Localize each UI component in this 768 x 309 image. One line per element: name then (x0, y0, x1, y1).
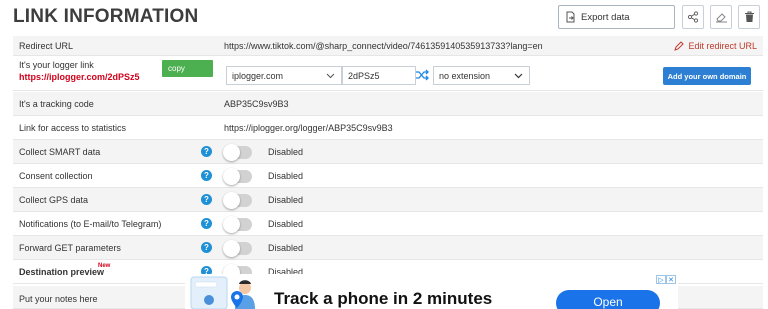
extension-select-value: no extension (439, 70, 491, 81)
notifications-status: Disabled (268, 219, 304, 229)
tracking-code-value: ABP35C9sv9B3 (224, 99, 289, 109)
smart-data-toggle[interactable] (223, 144, 252, 161)
clear-button[interactable] (710, 5, 732, 29)
chevron-down-icon (514, 73, 523, 79)
forward-get-status: Disabled (268, 243, 304, 253)
chevron-down-icon (326, 73, 335, 79)
help-icon[interactable]: ? (201, 218, 212, 229)
domain-select[interactable]: iplogger.com (226, 66, 342, 85)
copy-button[interactable]: copy (162, 60, 213, 77)
delete-button[interactable] (738, 5, 760, 29)
ad-headline: Track a phone in 2 minutes (274, 289, 493, 308)
edit-redirect-link[interactable]: Edit redirect URL (674, 41, 757, 51)
add-own-domain-button[interactable]: Add your own domain (663, 67, 751, 85)
row-consent: Consent collection ? Disabled (13, 164, 763, 188)
page-title: LINK INFORMATION (13, 6, 199, 27)
help-icon[interactable]: ? (201, 146, 212, 157)
export-data-button[interactable]: Export data (558, 5, 675, 29)
row-smart-data: Collect SMART data ? Disabled (13, 140, 763, 164)
share-icon (687, 11, 699, 23)
ad-open-button[interactable]: Open (556, 290, 660, 309)
row-gps: Collect GPS data ? Disabled (13, 188, 763, 212)
help-icon[interactable]: ? (201, 242, 212, 253)
ad-info-icon[interactable]: ▷ (656, 275, 666, 284)
row-tracking-code: It's a tracking code ABP35C9sv9B3 (13, 92, 763, 116)
share-button[interactable] (682, 5, 704, 29)
help-icon[interactable]: ? (201, 194, 212, 205)
gps-toggle[interactable] (223, 192, 252, 209)
ad-controls: ▷ ✕ (656, 275, 676, 284)
redirect-url-value: https://www.tiktok.com/@sharp_connect/vi… (224, 41, 543, 51)
page-header: LINK INFORMATION Export data (0, 0, 768, 36)
consent-status: Disabled (268, 171, 304, 181)
logger-link-url[interactable]: https://iplogger.com/2dPSz5 (19, 72, 140, 82)
code-input[interactable]: 2dPSz5 (342, 66, 416, 85)
ad-banner[interactable]: Track a phone in 2 minutes Open (185, 274, 678, 309)
trash-icon (744, 11, 754, 22)
code-input-value: 2dPSz5 (348, 70, 380, 81)
row-redirect-url: Redirect URL https://www.tiktok.com/@sha… (13, 36, 763, 56)
row-forward-get: Forward GET parameters ? Disabled (13, 236, 763, 260)
notes-label: Put your notes here (19, 294, 98, 304)
smart-data-status: Disabled (268, 147, 304, 157)
edit-redirect-label: Edit redirect URL (688, 41, 757, 51)
row-statistics-link: Link for access to statistics https://ip… (13, 116, 763, 140)
statistics-link-label: Link for access to statistics (19, 123, 127, 133)
export-icon (566, 11, 575, 23)
export-data-label: Export data (581, 11, 630, 23)
smart-data-label: Collect SMART data (19, 147, 101, 157)
consent-label: Consent collection (19, 171, 93, 181)
tracking-code-label: It's a tracking code (19, 99, 94, 109)
location-pin-icon (231, 291, 243, 308)
forward-get-label: Forward GET parameters (19, 243, 121, 253)
ad-illustration-icon (190, 276, 255, 309)
shuffle-icon[interactable] (415, 69, 429, 81)
redirect-url-label: Redirect URL (19, 41, 74, 51)
new-badge: New (98, 263, 111, 269)
row-logger-link: It's your logger link https://iplogger.c… (13, 56, 763, 91)
notifications-label: Notifications (to E-mail/to Telegram) (19, 219, 162, 229)
ad-close-icon[interactable]: ✕ (666, 275, 676, 284)
domain-select-value: iplogger.com (232, 70, 284, 81)
gps-label: Collect GPS data (19, 195, 89, 205)
row-notifications: Notifications (to E-mail/to Telegram) ? … (13, 212, 763, 236)
eraser-icon (715, 13, 727, 23)
help-icon[interactable]: ? (201, 170, 212, 181)
extension-select[interactable]: no extension (433, 66, 530, 85)
forward-get-toggle[interactable] (223, 240, 252, 257)
gps-status: Disabled (268, 195, 304, 205)
destination-preview-label: Destination preview (19, 267, 105, 277)
logger-link-label: It's your logger link (19, 60, 94, 70)
pencil-icon (674, 41, 685, 51)
consent-toggle[interactable] (223, 168, 252, 185)
statistics-link-value[interactable]: https://iplogger.org/logger/ABP35C9sv9B3 (224, 123, 393, 133)
notifications-toggle[interactable] (223, 216, 252, 233)
